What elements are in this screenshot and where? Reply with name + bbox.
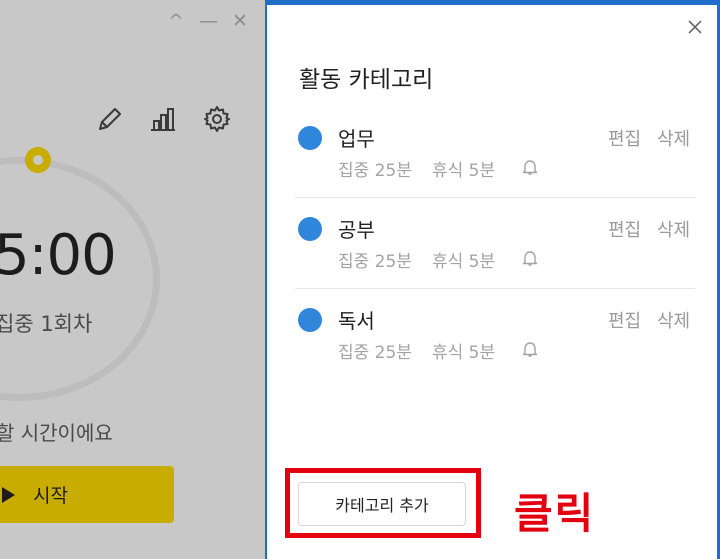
session-label: 집중 1회차 xyxy=(0,312,93,336)
timer-hint: 할 시간이에요 xyxy=(0,421,113,445)
edit-button[interactable]: 편집 xyxy=(608,216,641,242)
bell-icon[interactable] xyxy=(521,340,539,358)
bell-icon[interactable] xyxy=(521,158,539,176)
play-icon xyxy=(2,486,15,503)
edit-button[interactable]: 편집 xyxy=(608,125,641,151)
category-name: 독서 xyxy=(338,309,375,333)
start-button[interactable]: 시작 xyxy=(0,466,174,523)
focus-duration: 집중 25분 xyxy=(338,161,412,181)
pencil-icon[interactable] xyxy=(95,104,125,134)
rest-duration: 휴식 5분 xyxy=(432,252,496,272)
highlight-box xyxy=(285,468,481,538)
category-name: 업무 xyxy=(338,127,375,151)
timer-display: 5:00 xyxy=(0,223,117,288)
delete-button[interactable]: 삭제 xyxy=(657,216,690,242)
window-close-icon[interactable]: ✕ xyxy=(232,12,248,31)
gear-icon[interactable] xyxy=(202,104,232,134)
close-icon[interactable] xyxy=(687,19,703,35)
panel-title: 활동 카테고리 xyxy=(299,67,434,93)
category-color-dot xyxy=(298,308,322,332)
minimize-icon[interactable]: — xyxy=(199,12,218,31)
focus-duration: 집중 25분 xyxy=(338,343,412,363)
divider xyxy=(295,288,695,289)
category-name: 공부 xyxy=(338,218,375,242)
collapse-icon[interactable]: ^ xyxy=(168,12,184,31)
timer-window: ^ — ✕ 5:00 집중 1회차 할 시간이에요 시작 xyxy=(0,0,265,559)
click-annotation: 클릭 xyxy=(514,489,596,538)
category-color-dot xyxy=(298,126,322,150)
category-item: 독서 편집 삭제 집중 25분 휴식 5분 xyxy=(295,302,695,393)
bar-chart-icon[interactable] xyxy=(148,104,178,134)
category-color-dot xyxy=(298,217,322,241)
edit-button[interactable]: 편집 xyxy=(608,307,641,333)
progress-knob[interactable] xyxy=(25,147,51,173)
rest-duration: 휴식 5분 xyxy=(432,343,496,363)
delete-button[interactable]: 삭제 xyxy=(657,125,690,151)
focus-duration: 집중 25분 xyxy=(338,252,412,272)
bell-icon[interactable] xyxy=(521,249,539,267)
start-label: 시작 xyxy=(33,485,68,507)
rest-duration: 휴식 5분 xyxy=(432,161,496,181)
divider xyxy=(295,197,695,198)
delete-button[interactable]: 삭제 xyxy=(657,307,690,333)
